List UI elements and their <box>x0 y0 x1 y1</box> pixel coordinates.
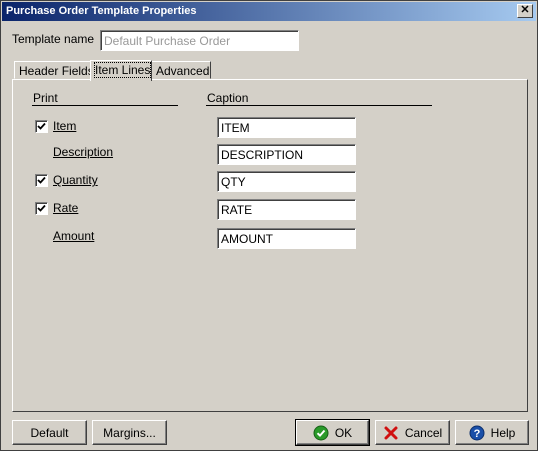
print-header-divider <box>32 105 178 106</box>
rate-row-label: Rate <box>53 201 79 215</box>
dialog-window: Purchase Order Template Properties ✕ Tem… <box>0 0 538 451</box>
default-button-label: Default <box>30 425 69 440</box>
quantity-print-checkbox[interactable] <box>35 174 48 187</box>
tab-advanced-label: Advanced <box>156 64 210 78</box>
amount-row-label: Amount <box>53 229 95 243</box>
item-caption-input[interactable] <box>217 117 356 138</box>
help-button-label: Help <box>490 425 516 440</box>
check-mark-icon <box>37 204 46 212</box>
red-x-icon <box>383 425 399 441</box>
caption-header-divider <box>206 105 432 106</box>
window-title: Purchase Order Template Properties <box>6 5 197 17</box>
close-button[interactable]: ✕ <box>517 4 533 18</box>
quantity-caption-input[interactable] <box>217 171 356 192</box>
default-button[interactable]: Default <box>12 420 87 445</box>
template-name-label: Template name <box>12 32 94 46</box>
ok-button[interactable]: OK <box>295 419 370 446</box>
tab-header-fields-label: Header Fields <box>19 64 94 78</box>
margins-button-label: Margins... <box>103 425 156 440</box>
print-column-header: Print <box>33 91 58 105</box>
check-mark-icon <box>37 176 46 184</box>
svg-text:?: ? <box>473 428 480 440</box>
rate-print-checkbox[interactable] <box>35 202 48 215</box>
check-mark-icon <box>37 122 46 130</box>
tab-item-lines-label: Item Lines <box>93 62 152 78</box>
tab-panel-item-lines: Print Caption Item Description Quantity … <box>12 79 528 412</box>
description-caption-input[interactable] <box>217 144 356 165</box>
title-bar[interactable]: Purchase Order Template Properties ✕ <box>2 2 536 21</box>
tab-item-lines[interactable]: Item Lines <box>90 60 152 81</box>
item-print-checkbox[interactable] <box>35 120 48 133</box>
caption-column-header: Caption <box>207 91 249 105</box>
question-circle-icon: ? <box>469 425 485 441</box>
amount-caption-input[interactable] <box>217 228 356 249</box>
template-name-label-text: Template name <box>12 32 95 46</box>
cancel-button[interactable]: Cancel <box>375 420 450 445</box>
tab-header-fields[interactable]: Header Fields <box>14 61 94 79</box>
tab-advanced[interactable]: Advanced <box>151 61 211 79</box>
close-icon: ✕ <box>520 4 530 16</box>
cancel-button-label: Cancel <box>404 425 443 440</box>
check-circle-icon <box>313 425 329 441</box>
margins-button[interactable]: Margins... <box>92 420 167 445</box>
rate-caption-input[interactable] <box>217 199 356 220</box>
ok-button-label: OK <box>334 425 353 440</box>
template-name-field[interactable] <box>100 30 299 51</box>
help-button[interactable]: ? Help <box>455 420 529 445</box>
description-row-label: Description <box>53 145 114 159</box>
item-row-label: Item <box>53 119 77 133</box>
quantity-row-label: Quantity <box>53 173 98 187</box>
